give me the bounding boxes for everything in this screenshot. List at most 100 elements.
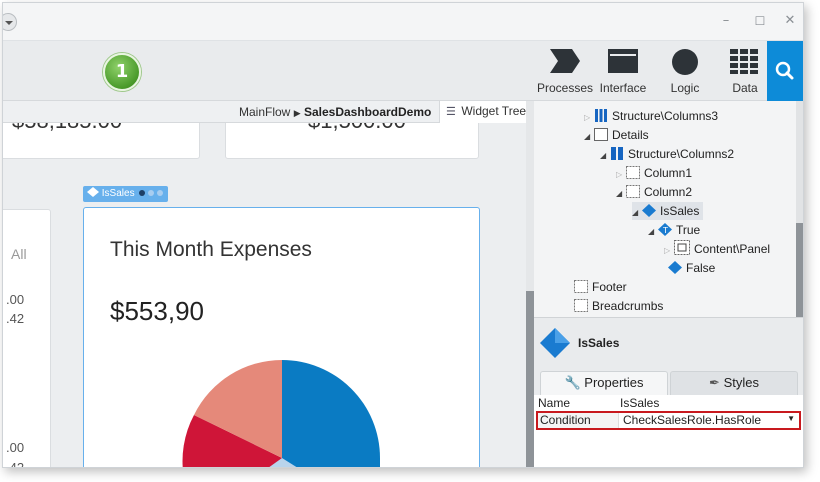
- minimize-button[interactable]: –: [717, 12, 735, 30]
- columns-icon: [611, 147, 623, 160]
- collapse-icon[interactable]: ◢: [632, 204, 642, 222]
- processes-label: Processes: [536, 81, 594, 95]
- collapse-icon[interactable]: ◢: [648, 223, 658, 241]
- logic-icon: [672, 49, 698, 75]
- screen-canvas[interactable]: $58,185.00 $1,500.00 All .00 .42 .00 .42…: [3, 123, 526, 467]
- app-menu-button[interactable]: [3, 13, 17, 31]
- if-widget-icon: [540, 328, 570, 358]
- name-value[interactable]: IsSales: [620, 396, 659, 410]
- breadcrumb-flow[interactable]: MainFlow: [239, 105, 290, 119]
- tab-widget-tree[interactable]: ☰ Widget Tree: [439, 101, 533, 123]
- interface-icon: [608, 49, 638, 73]
- collapse-icon[interactable]: ◢: [616, 185, 626, 203]
- tree-node-false[interactable]: False: [658, 259, 715, 277]
- interface-tab[interactable]: Interface: [591, 45, 655, 101]
- if-widget-icon: [87, 187, 99, 197]
- tree-node-issales[interactable]: ◢ IsSales: [632, 202, 704, 222]
- maximize-button[interactable]: ☐: [751, 12, 769, 30]
- tree-node-label: IsSales: [660, 204, 700, 218]
- expand-icon[interactable]: ▷: [616, 166, 626, 184]
- if-widget-tag-label: IsSales: [101, 188, 135, 199]
- condition-row[interactable]: Condition CheckSalesRole.HasRole ▼: [536, 411, 801, 430]
- close-button[interactable]: ✕: [781, 12, 799, 30]
- selected-widget-name: IsSales: [578, 336, 620, 350]
- placeholder-icon: [626, 185, 640, 198]
- condition-value[interactable]: CheckSalesRole.HasRole: [618, 413, 786, 428]
- breadcrumb-screen[interactable]: SalesDashboardDemo: [304, 105, 431, 119]
- if-widget-tag[interactable]: IsSales: [83, 186, 168, 202]
- brush-icon: ✒: [709, 375, 720, 390]
- wrench-icon: 🔧: [564, 375, 581, 390]
- left-value-3: .00: [6, 440, 25, 455]
- data-icon: [730, 49, 758, 74]
- publish-badge[interactable]: 1: [103, 53, 141, 91]
- tree-node-label: Content\Panel: [694, 242, 771, 256]
- search-button[interactable]: [767, 41, 803, 101]
- tree-node-label: True: [676, 223, 701, 237]
- revenue-card[interactable]: $58,185.00: [3, 123, 200, 159]
- expenses-amount: $553,90: [110, 296, 204, 326]
- branch-dot-other: [156, 190, 163, 196]
- expenses-pie-chart: [182, 360, 380, 467]
- filter-all[interactable]: All: [11, 246, 27, 262]
- properties-grid: Name IsSales Condition CheckSalesRole.Ha…: [534, 395, 803, 467]
- tab-properties[interactable]: 🔧 Properties: [540, 371, 668, 395]
- branch-dot-true: [139, 190, 146, 196]
- sales-value: $1,500.00: [308, 123, 406, 134]
- tab-styles-label: Styles: [723, 375, 759, 390]
- expand-icon[interactable]: ▷: [664, 242, 674, 260]
- logic-label: Logic: [670, 81, 700, 95]
- branch-true-icon: T: [658, 223, 672, 236]
- interface-label: Interface: [599, 81, 647, 95]
- expenses-card[interactable]: This Month Expenses $553,90: [83, 207, 480, 467]
- tree-node-label: Structure\Columns3: [612, 109, 719, 123]
- branch-dot-false: [148, 190, 155, 196]
- chevron-down-icon[interactable]: ▼: [787, 414, 795, 423]
- sales-card[interactable]: $1,500.00: [225, 123, 479, 159]
- tree-node-columns3[interactable]: ▷ Structure\Columns3: [584, 107, 718, 125]
- expand-icon[interactable]: ▷: [584, 109, 594, 127]
- main-toolbar: 1 Processes Interface Logic Data: [3, 41, 803, 101]
- tree-node-label: Breadcrumbs: [592, 299, 664, 313]
- tree-node-label: Details: [612, 128, 649, 142]
- expenses-title: This Month Expenses: [110, 238, 312, 261]
- logic-tab[interactable]: Logic: [653, 45, 717, 101]
- collapse-icon[interactable]: ◢: [584, 128, 594, 146]
- canvas-scrollbar[interactable]: [526, 101, 534, 467]
- tab-properties-label: Properties: [584, 375, 644, 390]
- processes-tab[interactable]: Processes: [533, 45, 597, 101]
- widget-tree-icon: ☰: [446, 106, 456, 118]
- condition-label: Condition: [540, 413, 591, 427]
- widget-tree-label: Widget Tree: [461, 104, 527, 118]
- tree-node-column1[interactable]: ▷ Column1: [616, 164, 692, 182]
- breadcrumb-bar: MainFlow ▶ SalesDashboardDemo ☰ Widget T…: [3, 101, 533, 123]
- canvas-scroll-thumb[interactable]: [526, 291, 534, 467]
- service-studio-window: – ☐ ✕ 1 Processes Interface Logic Data M…: [2, 2, 804, 468]
- tree-node-breadcrumbs[interactable]: Breadcrumbs: [574, 297, 663, 315]
- tree-node-label: Structure\Columns2: [628, 147, 735, 161]
- tree-node-label: False: [686, 261, 716, 275]
- revenue-value: $58,185.00: [12, 123, 122, 134]
- tree-node-details[interactable]: ◢ Details: [584, 126, 649, 144]
- left-card[interactable]: All .00 .42 .00 .42: [3, 209, 51, 467]
- tree-node-true[interactable]: ◢ T True: [648, 221, 700, 239]
- name-label: Name: [538, 396, 571, 410]
- tree-node-label: Column2: [644, 185, 693, 199]
- widget-tree: ▷ Structure\Columns3 ◢ Details ◢ Structure\…: [534, 101, 796, 317]
- search-icon: [775, 61, 794, 80]
- tree-scroll-thumb[interactable]: [796, 223, 803, 317]
- collapse-icon[interactable]: ◢: [600, 147, 610, 165]
- tree-node-column2[interactable]: ◢ Column2: [616, 183, 692, 201]
- tab-styles[interactable]: ✒ Styles: [670, 371, 798, 395]
- left-value-1: .00: [6, 292, 25, 307]
- placeholder-icon: [574, 280, 588, 293]
- tree-node-footer[interactable]: Footer: [574, 278, 627, 296]
- svg-text:T: T: [662, 226, 668, 235]
- container-icon: [594, 128, 608, 141]
- tree-node-content-panel[interactable]: ▷ Content\Panel: [664, 240, 770, 258]
- placeholder-icon: [574, 299, 588, 312]
- tree-scrollbar[interactable]: [796, 101, 803, 317]
- tree-node-columns2[interactable]: ◢ Structure\Columns2: [600, 145, 734, 163]
- if-widget-icon: [642, 204, 656, 217]
- breadcrumb-separator-icon: ▶: [293, 108, 301, 118]
